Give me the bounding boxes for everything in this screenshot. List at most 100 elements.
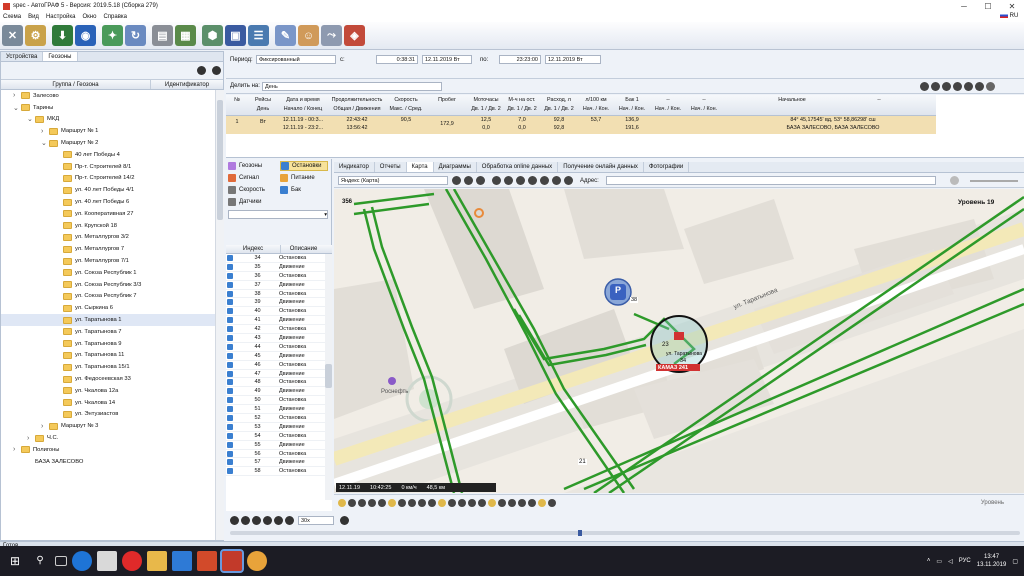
folder-icon[interactable] (147, 551, 167, 571)
tree-item[interactable]: ул. Кооперативная 27 (1, 208, 223, 220)
maximize-button[interactable]: ☐ (976, 0, 1000, 12)
levels-select[interactable]: Уровень (981, 500, 1004, 506)
geozone-icon[interactable]: ⬢ (202, 25, 223, 46)
settings-gear-icon[interactable]: ⚙ (25, 25, 46, 46)
tree-item[interactable]: ул. Металлургов 7/1 (1, 255, 223, 267)
tree-item[interactable]: ул. 40 лет Победы 4/1 (1, 184, 223, 196)
tools-icon[interactable]: ✕ (2, 25, 23, 46)
network-icon[interactable]: ▭ (936, 558, 942, 565)
tree-item[interactable]: ул. Металлургов 7 (1, 243, 223, 255)
first-icon[interactable] (230, 516, 239, 525)
map-tool-icon[interactable] (458, 498, 466, 507)
map-tool-icon[interactable] (358, 498, 366, 507)
to-date-input[interactable]: 12.11.2019 Вт (545, 55, 601, 64)
grid-col-header[interactable]: М-ч на ост. (504, 97, 540, 103)
list-item[interactable]: 43 Движение (226, 334, 332, 343)
map-info-icon[interactable] (452, 176, 461, 185)
map-tab[interactable]: Отчеты (375, 162, 407, 172)
layer-toggle[interactable]: Сигнал (228, 173, 276, 183)
list-item[interactable]: 35 Движение (226, 263, 332, 272)
map-tab[interactable]: Индикатор (334, 162, 375, 172)
volume-icon[interactable]: ◁ (948, 558, 953, 565)
map-tool-icon[interactable] (428, 498, 436, 507)
tree-item[interactable]: ул. Союза Республик 3/3 (1, 279, 223, 291)
layer-toggle[interactable]: Бак (280, 185, 328, 195)
tree-item[interactable]: ул. Энтузиастов (1, 409, 223, 421)
expand-icon[interactable]: ⌄ (13, 104, 21, 112)
map-tool-icon[interactable] (538, 498, 546, 507)
playback-settings-icon[interactable] (340, 516, 349, 525)
list-item[interactable]: 50 Остановка (226, 396, 332, 406)
tree-item[interactable]: ул. Союза Республик 7 (1, 291, 223, 303)
map-measure-icon[interactable] (516, 176, 525, 185)
expand-icon[interactable]: ⌄ (27, 115, 35, 123)
playback-speed-select[interactable]: 30x (298, 516, 334, 525)
map-tool-icon[interactable] (368, 498, 376, 507)
list-item[interactable]: 57 Движение (226, 458, 332, 468)
tree-item[interactable]: ул. Сыркина 6 (1, 302, 223, 314)
layers-combo[interactable]: ▾ (228, 210, 328, 219)
notifications-icon[interactable]: ▢ (1012, 558, 1018, 565)
map-tab[interactable]: Диаграммы (434, 162, 477, 172)
tree-item[interactable]: ⌄ Маршрут № 2 (1, 137, 223, 149)
task-view-icon[interactable] (55, 556, 67, 566)
tab-devices[interactable]: Устройства (1, 52, 44, 61)
map-canvas[interactable]: P 38 23 ул. Таратынова 34 КАМАЗ 241 21 Р… (334, 189, 1024, 493)
map-tab[interactable]: Фотографии (644, 162, 690, 172)
list-item[interactable]: 51 Движение (226, 405, 332, 415)
print-icon[interactable]: ▤ (152, 25, 173, 46)
map-layers-icon[interactable] (464, 176, 473, 185)
search-icon[interactable]: ⚲ (30, 551, 50, 571)
from-time-input[interactable]: 0:38:31 (376, 55, 418, 64)
col-group-header[interactable]: Группа / Геозона (1, 80, 151, 89)
next-icon[interactable] (263, 516, 272, 525)
loop-icon[interactable] (285, 516, 294, 525)
grid-col-header[interactable]: Начальное (722, 97, 862, 103)
layer-toggle[interactable]: Скорость (228, 185, 276, 195)
menu-item-window[interactable]: Окно (82, 14, 96, 20)
grid-col-header[interactable]: л/100 км (578, 97, 614, 103)
nav-down-icon[interactable] (212, 66, 221, 75)
menu-item-scheme[interactable]: Схема (3, 14, 21, 20)
grid-col-header[interactable]: Бак 1 (614, 97, 650, 103)
prev-icon[interactable] (241, 516, 250, 525)
parking-icon[interactable]: P (615, 285, 621, 295)
map-zoom-slider[interactable] (970, 180, 1018, 182)
grid-col-header[interactable]: № (226, 97, 248, 103)
from-date-input[interactable]: 12.11.2019 Вт (422, 55, 472, 64)
grid-col-header[interactable]: Продолжительность (328, 97, 386, 103)
list-item[interactable]: 38 Остановка (226, 290, 332, 299)
clock[interactable]: 13:47 13.11.2019 (977, 553, 1007, 569)
app-icon-blue[interactable] (172, 551, 192, 571)
close-window-button[interactable]: ✕ (1000, 0, 1024, 12)
map-label-icon[interactable] (564, 176, 573, 185)
map-tab[interactable]: Получение онлайн данных (558, 162, 644, 172)
tree-item[interactable]: Пр-т. Строителей 8/1 (1, 161, 223, 173)
map-tool-icon[interactable] (498, 498, 506, 507)
tree-item[interactable]: ул. Крупской 18 (1, 220, 223, 232)
map-tool-icon[interactable] (518, 498, 526, 507)
map-hand-icon[interactable] (492, 176, 501, 185)
expand-icon[interactable]: › (27, 435, 35, 442)
map-provider-select[interactable]: Яндекс (Карта) (338, 176, 448, 185)
list-item[interactable]: 52 Остановка (226, 414, 332, 423)
tree-item[interactable]: ⌄ МКД (1, 114, 223, 126)
list-item[interactable]: 47 Движение (226, 370, 332, 379)
tree-item[interactable]: ул. Таратынова 9 (1, 338, 223, 350)
tree-item[interactable]: ул. 40 лет Победы 6 (1, 196, 223, 208)
nav-back-icon[interactable] (197, 66, 206, 75)
expand-icon[interactable]: › (41, 423, 49, 430)
tree-item[interactable]: ул. Таратынова 7 (1, 326, 223, 338)
settings-icon[interactable] (975, 82, 984, 91)
map-tool-icon[interactable] (488, 498, 496, 507)
tab-geozones[interactable]: Геозоны (43, 52, 78, 61)
tree-scroll-thumb[interactable] (217, 100, 223, 220)
map-tool-icon[interactable] (478, 498, 486, 507)
grid-col-header[interactable]: -- (650, 97, 686, 103)
list-item[interactable]: 39 Движение (226, 298, 332, 308)
layer-toggle[interactable]: Остановки (280, 161, 328, 171)
tree-item[interactable]: БАЗА ЗАЛЕСОВО (1, 456, 223, 468)
dropdown-icon[interactable] (986, 82, 995, 91)
export-icon[interactable] (953, 82, 962, 91)
tree-item[interactable]: Пр-т. Строителей 14/2 (1, 173, 223, 185)
